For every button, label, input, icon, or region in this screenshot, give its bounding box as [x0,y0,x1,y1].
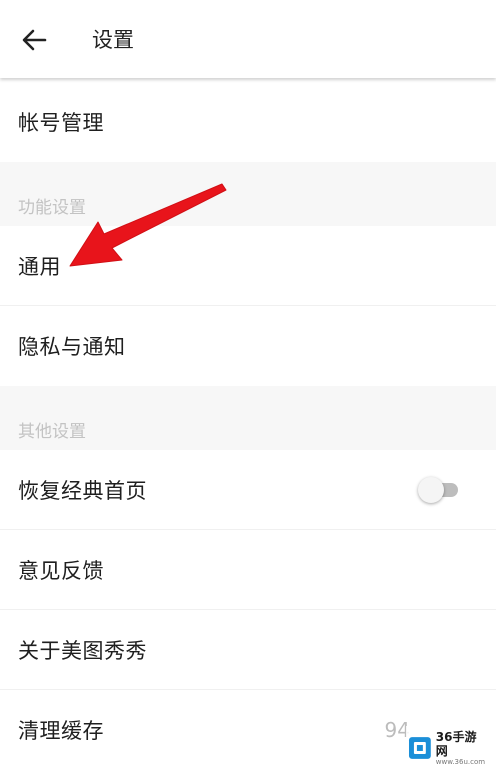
back-button[interactable] [14,22,54,58]
watermark-url: www.36u.com [435,757,486,766]
arrow-left-icon [22,29,47,51]
row-account-management[interactable]: 帐号管理 [0,82,496,162]
section-header-features: 功能设置 [0,162,496,226]
row-label: 关于美图秀秀 [18,639,147,663]
row-restore-classic-home[interactable]: 恢复经典首页 [0,450,496,530]
watermark-logo-icon [408,737,431,759]
row-feedback[interactable]: 意见反馈 [0,530,496,610]
toggle-thumb [418,477,444,503]
top-app-bar: 设置 [0,0,496,78]
section-title: 其他设置 [18,422,86,442]
settings-screen: 设置 帐号管理 功能设置 通用 隐私与通知 其他设置 恢复经典首页 意见反馈 关… [0,0,496,774]
classic-home-toggle[interactable] [418,477,458,503]
row-label: 意见反馈 [18,559,104,583]
row-label: 隐私与通知 [18,335,126,359]
site-watermark: 36手游网 www.36u.com [406,726,488,770]
page-title: 设置 [92,28,134,52]
row-privacy-notifications[interactable]: 隐私与通知 [0,306,496,386]
row-label: 帐号管理 [18,111,104,135]
section-title: 功能设置 [18,198,86,218]
row-about[interactable]: 关于美图秀秀 [0,610,496,690]
row-label: 清理缓存 [18,719,104,743]
row-label: 通用 [18,255,61,279]
watermark-name: 36手游网 [435,729,477,758]
row-general[interactable]: 通用 [0,226,496,306]
row-label: 恢复经典首页 [18,479,147,503]
section-header-other: 其他设置 [0,386,496,450]
